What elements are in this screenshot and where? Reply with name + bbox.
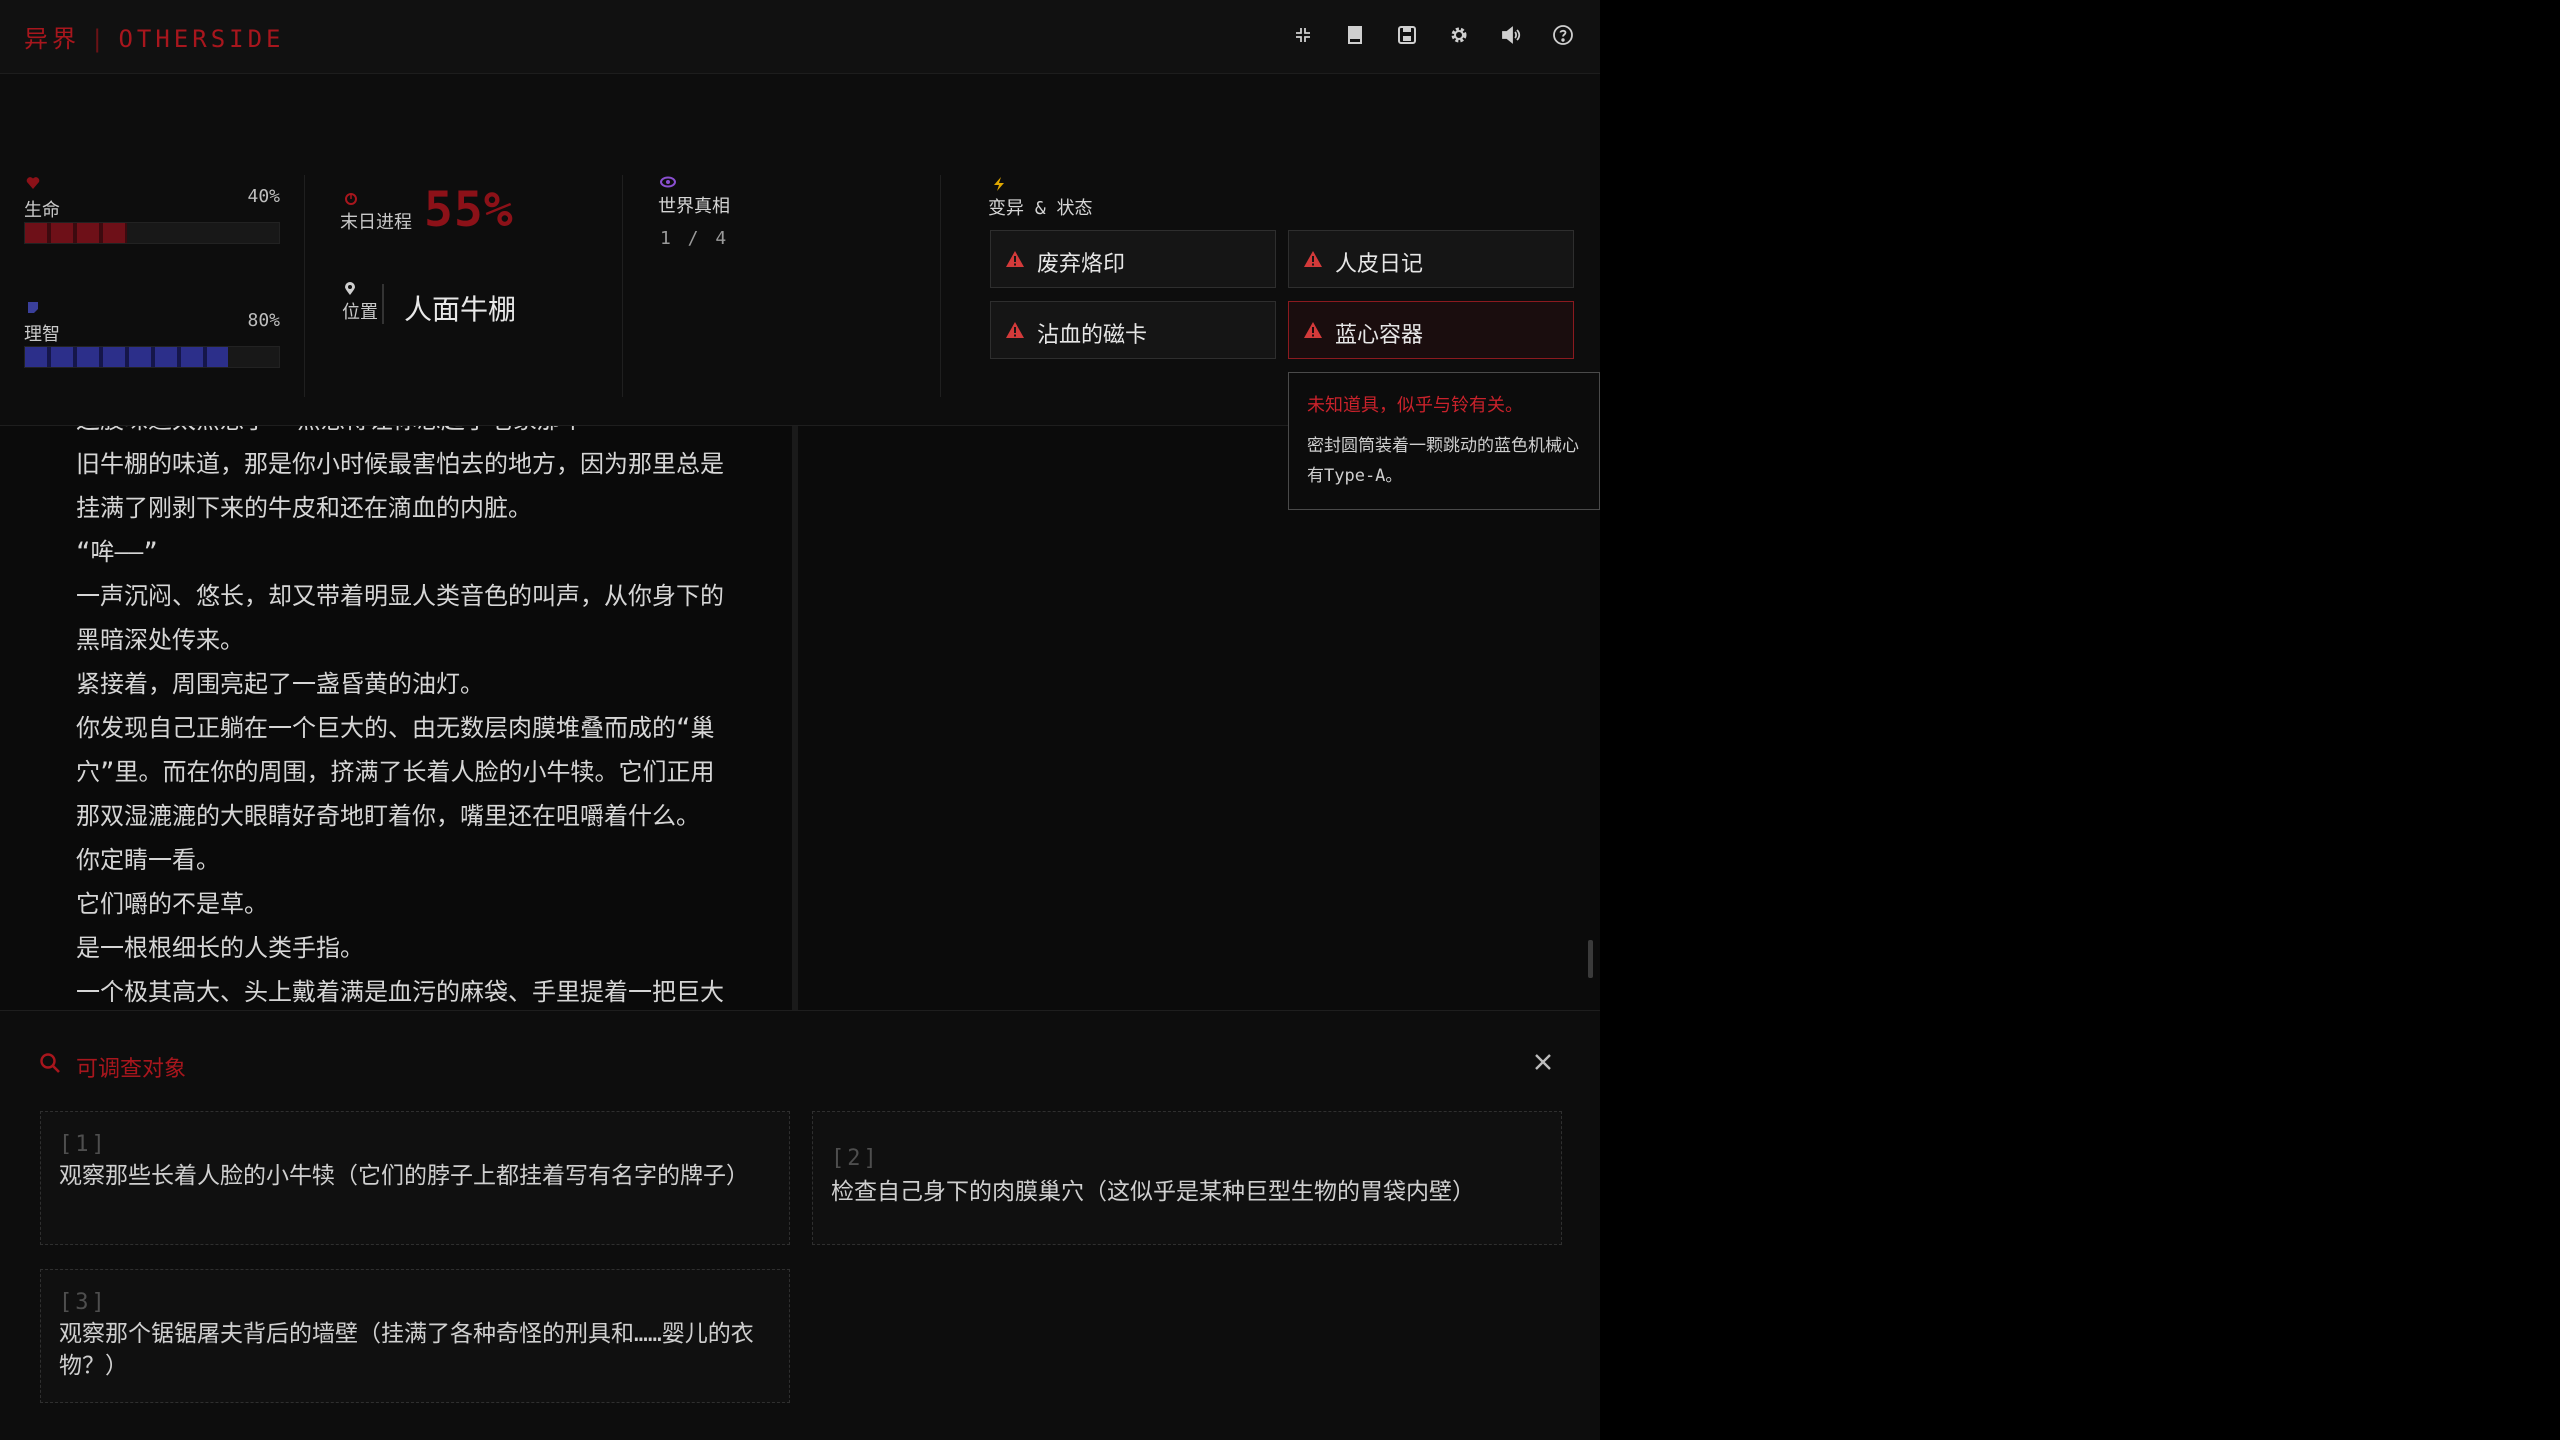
life-bar (24, 222, 280, 244)
option-number: [3] (59, 1290, 108, 1315)
investigate-option-2[interactable]: [2] 检查自己身下的肉膜巢穴（这似乎是某种巨型生物的胃袋内壁） (812, 1111, 1562, 1245)
tooltip-desc-line: 密封圆筒装着一颗跳动的蓝色机械心 (1307, 436, 1579, 456)
warning-icon (1304, 322, 1322, 338)
location: 位置 人面牛棚 (340, 280, 600, 330)
sanity-bar (24, 346, 280, 368)
location-divider (382, 284, 384, 324)
collapse-icon[interactable] (1290, 22, 1316, 48)
lightning-icon (994, 177, 1004, 191)
top-bar: 异界 | OTHERSIDE (0, 0, 1600, 74)
sanity-percent: 80% (247, 310, 280, 331)
investigate-panel: 可调查对象 [1] 观察那些长着人脸的小牛犊（它们的脖子上都挂着写有名字的牌子）… (0, 1010, 1600, 1440)
mutation-label: 人皮日记 (1335, 252, 1424, 277)
truth-label: 世界真相 (658, 196, 730, 217)
volume-icon[interactable] (1498, 22, 1524, 48)
journal-icon[interactable] (1342, 22, 1368, 48)
item-tooltip: 未知道具，似乎与铃有关。 密封圆筒装着一颗跳动的蓝色机械心 有Type-A。 (1288, 372, 1600, 510)
life-stat: 生命 40% (24, 176, 280, 244)
story-line: 挂满了刚剥下来的牛皮和还在滴血的内脏。 (76, 494, 532, 522)
mutation-label: 蓝心容器 (1335, 323, 1424, 348)
life-bar-fill (25, 223, 127, 243)
story-line: 黑暗深处传来。 (76, 626, 244, 654)
investigate-option-3[interactable]: [3] 观察那个锯锯屠夫背后的墙壁（挂满了各种奇怪的刑具和……婴儿的衣物？） (40, 1269, 790, 1403)
brand-cn: 异界 (24, 25, 80, 53)
column-divider (940, 175, 941, 397)
brand-separator: | (90, 25, 109, 53)
eye-icon (660, 176, 676, 188)
story-scrollbar[interactable] (792, 426, 798, 1010)
story-line: 紧接着，周围亮起了一盏昏黄的油灯。 (76, 670, 484, 698)
mutation-item-abandoned-brand[interactable]: 废弃烙印 (990, 230, 1276, 288)
doom-clock-icon (345, 193, 357, 205)
story-line: 那双湿漉漉的大眼睛好奇地盯着你，嘴里还在咀嚼着什么。 (76, 802, 700, 830)
life-percent: 40% (247, 186, 280, 207)
option-text: 观察那些长着人脸的小牛犊（它们的脖子上都挂着写有名字的牌子） (59, 1163, 749, 1189)
investigate-title: 可调查对象 (76, 1057, 187, 1082)
sanity-label: 理智 (24, 324, 60, 345)
game-window: 异界 | OTHERSIDE 生命 40% 理智 80% 末日进程 55% 位置… (0, 0, 1600, 1440)
option-number: [2] (831, 1146, 880, 1171)
story-line: 旧牛棚的味道，那是你小时候最害怕去的地方，因为那里总是 (76, 450, 724, 478)
settings-icon[interactable] (1446, 22, 1472, 48)
story-line: “哞——” (76, 538, 158, 566)
brain-icon (28, 302, 38, 313)
story-line: 你发现自己正躺在一个巨大的、由无数层肉膜堆叠而成的“巢 (76, 714, 715, 742)
tooltip-title: 未知道具，似乎与铃有关。 (1307, 395, 1523, 416)
column-divider (622, 175, 623, 397)
story-lines: 这股味道太熟悉了——熟悉得让你想起了老家那个旧牛棚的味道，那是你小时候最害怕去的… (76, 426, 724, 1010)
sanity-stat: 理智 80% (24, 300, 280, 368)
doom-label: 末日进程 (340, 212, 412, 233)
truth-count: 1 / 4 (660, 228, 730, 249)
mutation-label: 废弃烙印 (1037, 252, 1126, 277)
story-line: 它们嚼的不是草。 (76, 890, 268, 918)
location-pin-icon (345, 282, 355, 295)
main-scrollbar-thumb[interactable] (1588, 940, 1593, 978)
option-number: [1] (59, 1132, 108, 1157)
sanity-bar-fill (25, 347, 229, 367)
close-icon[interactable] (1532, 1051, 1554, 1073)
investigate-option-1[interactable]: [1] 观察那些长着人脸的小牛犊（它们的脖子上都挂着写有名字的牌子） (40, 1111, 790, 1245)
story-line: 一个极其高大、头上戴着满是血污的麻袋、手里提着一把巨大 (76, 978, 724, 1006)
story-line: 这股味道太熟悉了——熟悉得让你想起了老家那个 (76, 426, 724, 442)
mutation-label: 沾血的磁卡 (1037, 323, 1148, 348)
mutation-item-skin-diary[interactable]: 人皮日记 (1288, 230, 1574, 288)
doom-value: 55% (424, 182, 514, 238)
mutation-item-blue-heart-container[interactable]: 蓝心容器 (1288, 301, 1574, 359)
option-text: 观察那个锯锯屠夫背后的墙壁（挂满了各种奇怪的刑具和……婴儿的衣物？） (59, 1321, 754, 1379)
heart-icon (26, 177, 40, 189)
brand-en: OTHERSIDE (118, 25, 285, 53)
location-label: 位置 (342, 302, 378, 323)
help-icon[interactable] (1550, 22, 1576, 48)
tooltip-description: 密封圆筒装着一颗跳动的蓝色机械心 有Type-A。 (1307, 431, 1599, 491)
search-icon (40, 1053, 60, 1073)
save-icon[interactable] (1394, 22, 1420, 48)
warning-icon (1006, 322, 1024, 338)
option-text: 检查自己身下的肉膜巢穴（这似乎是某种巨型生物的胃袋内壁） (831, 1179, 1475, 1205)
location-name: 人面牛棚 (404, 293, 517, 326)
column-divider (304, 175, 305, 397)
story-line: 穴”里。而在你的周围，挤满了长着人脸的小牛犊。它们正用 (76, 758, 715, 786)
app-title: 异界 | OTHERSIDE (24, 19, 285, 54)
warning-icon (1304, 251, 1322, 267)
story-text-panel[interactable]: 这股味道太熟悉了——熟悉得让你想起了老家那个旧牛棚的味道，那是你小时候最害怕去的… (50, 426, 796, 1010)
warning-icon (1006, 251, 1024, 267)
story-line: 是一根根细长的人类手指。 (76, 934, 364, 962)
mutations-label: 变异 & 状态 (988, 198, 1093, 219)
toolbar (1290, 22, 1576, 48)
story-line: 你定睛一看。 (76, 846, 220, 874)
mutation-item-bloody-card[interactable]: 沾血的磁卡 (990, 301, 1276, 359)
life-label: 生命 (24, 200, 60, 221)
story-line: 一声沉闷、悠长，却又带着明显人类音色的叫声，从你身下的 (76, 582, 724, 610)
tooltip-desc-line: 有Type-A。 (1307, 466, 1403, 486)
